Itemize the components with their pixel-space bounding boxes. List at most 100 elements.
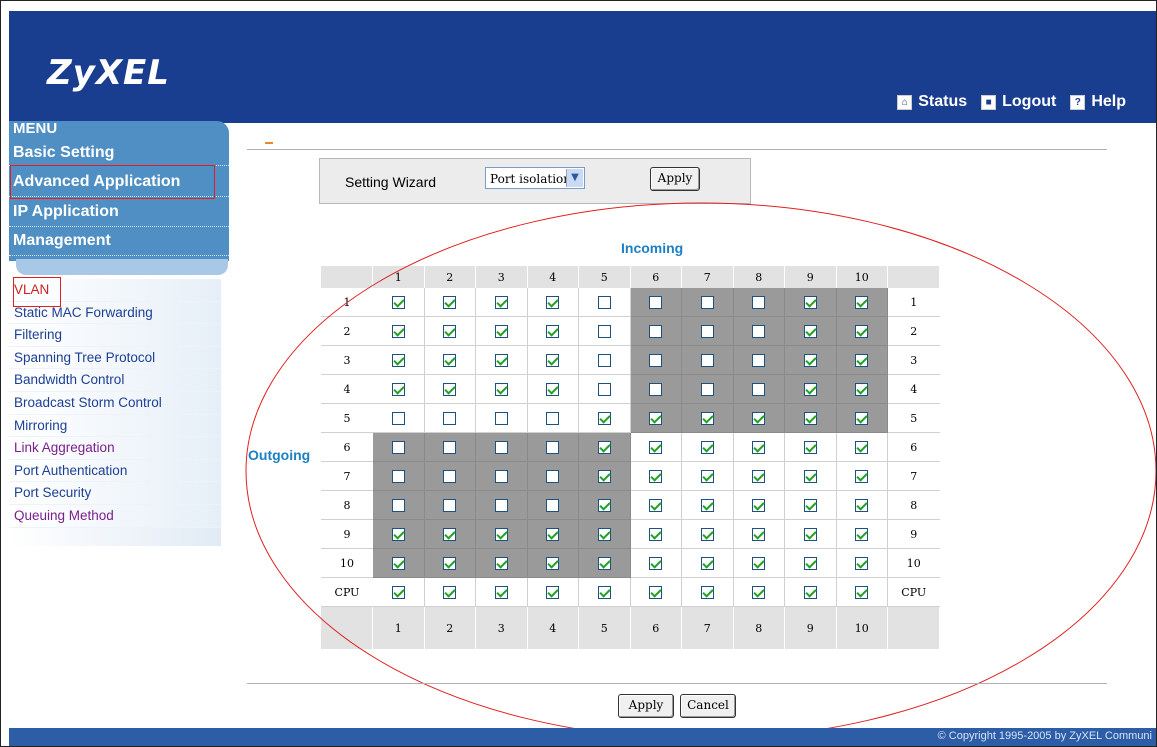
cancel-button[interactable]: Cancel bbox=[680, 694, 736, 718]
port-checkbox[interactable] bbox=[752, 440, 766, 454]
port-checkbox[interactable] bbox=[649, 411, 663, 425]
submenu-item-port-authentication[interactable]: Port Authentication bbox=[9, 459, 221, 483]
port-checkbox[interactable] bbox=[700, 440, 714, 454]
port-checkbox[interactable] bbox=[443, 382, 457, 396]
port-checkbox[interactable] bbox=[443, 353, 457, 367]
port-checkbox[interactable] bbox=[855, 382, 869, 396]
port-checkbox[interactable] bbox=[546, 469, 560, 483]
port-checkbox[interactable] bbox=[546, 585, 560, 599]
port-checkbox[interactable] bbox=[597, 295, 611, 309]
port-checkbox[interactable] bbox=[597, 324, 611, 338]
port-checkbox[interactable] bbox=[597, 411, 611, 425]
port-checkbox[interactable] bbox=[391, 440, 405, 454]
port-checkbox[interactable] bbox=[700, 295, 714, 309]
port-checkbox[interactable] bbox=[649, 440, 663, 454]
port-checkbox[interactable] bbox=[752, 295, 766, 309]
port-checkbox[interactable] bbox=[391, 556, 405, 570]
port-checkbox[interactable] bbox=[803, 411, 817, 425]
port-checkbox[interactable] bbox=[494, 353, 508, 367]
port-checkbox[interactable] bbox=[803, 382, 817, 396]
port-checkbox[interactable] bbox=[803, 324, 817, 338]
port-checkbox[interactable] bbox=[752, 469, 766, 483]
port-checkbox[interactable] bbox=[855, 353, 869, 367]
port-checkbox[interactable] bbox=[443, 498, 457, 512]
port-checkbox[interactable] bbox=[649, 556, 663, 570]
port-checkbox[interactable] bbox=[649, 469, 663, 483]
port-checkbox[interactable] bbox=[546, 411, 560, 425]
port-checkbox[interactable] bbox=[855, 440, 869, 454]
submenu-item-link-aggregation[interactable]: Link Aggregation bbox=[9, 437, 221, 460]
port-checkbox[interactable] bbox=[494, 324, 508, 338]
port-checkbox[interactable] bbox=[546, 527, 560, 541]
wizard-apply-button[interactable]: Apply bbox=[650, 167, 700, 191]
submenu-item-spanning-tree-protocol[interactable]: Spanning Tree Protocol bbox=[9, 346, 221, 370]
submenu-item-filtering[interactable]: Filtering bbox=[9, 324, 221, 347]
port-checkbox[interactable] bbox=[649, 498, 663, 512]
port-checkbox[interactable] bbox=[546, 498, 560, 512]
port-checkbox[interactable] bbox=[700, 411, 714, 425]
port-checkbox[interactable] bbox=[494, 295, 508, 309]
status-link[interactable]: ⌂ Status bbox=[897, 93, 967, 111]
submenu-item-broadcast-storm-control[interactable]: Broadcast Storm Control bbox=[9, 391, 221, 415]
port-checkbox[interactable] bbox=[494, 585, 508, 599]
port-checkbox[interactable] bbox=[391, 382, 405, 396]
port-checkbox[interactable] bbox=[752, 411, 766, 425]
port-checkbox[interactable] bbox=[649, 324, 663, 338]
port-checkbox[interactable] bbox=[700, 498, 714, 512]
port-checkbox[interactable] bbox=[752, 527, 766, 541]
port-checkbox[interactable] bbox=[391, 527, 405, 541]
port-checkbox[interactable] bbox=[855, 324, 869, 338]
port-checkbox[interactable] bbox=[546, 353, 560, 367]
port-checkbox[interactable] bbox=[752, 585, 766, 599]
port-checkbox[interactable] bbox=[597, 382, 611, 396]
port-checkbox[interactable] bbox=[649, 585, 663, 599]
port-checkbox[interactable] bbox=[443, 324, 457, 338]
port-checkbox[interactable] bbox=[391, 353, 405, 367]
port-checkbox[interactable] bbox=[597, 556, 611, 570]
port-checkbox[interactable] bbox=[700, 527, 714, 541]
port-checkbox[interactable] bbox=[391, 585, 405, 599]
port-checkbox[interactable] bbox=[597, 498, 611, 512]
port-checkbox[interactable] bbox=[649, 295, 663, 309]
port-checkbox[interactable] bbox=[597, 469, 611, 483]
port-checkbox[interactable] bbox=[391, 411, 405, 425]
help-link[interactable]: ? Help bbox=[1070, 93, 1126, 111]
port-checkbox[interactable] bbox=[700, 382, 714, 396]
port-checkbox[interactable] bbox=[494, 527, 508, 541]
port-checkbox[interactable] bbox=[597, 353, 611, 367]
port-checkbox[interactable] bbox=[752, 556, 766, 570]
port-checkbox[interactable] bbox=[597, 585, 611, 599]
logout-link[interactable]: ■ Logout bbox=[981, 93, 1056, 111]
port-checkbox[interactable] bbox=[649, 353, 663, 367]
port-checkbox[interactable] bbox=[855, 498, 869, 512]
port-checkbox[interactable] bbox=[803, 527, 817, 541]
port-checkbox[interactable] bbox=[546, 295, 560, 309]
submenu-item-port-security[interactable]: Port Security bbox=[9, 482, 221, 505]
port-checkbox[interactable] bbox=[443, 469, 457, 483]
port-checkbox[interactable] bbox=[752, 498, 766, 512]
menu-item-management[interactable]: Management bbox=[13, 232, 111, 250]
port-checkbox[interactable] bbox=[443, 527, 457, 541]
port-checkbox[interactable] bbox=[443, 295, 457, 309]
port-checkbox[interactable] bbox=[855, 585, 869, 599]
port-checkbox[interactable] bbox=[597, 440, 611, 454]
port-checkbox[interactable] bbox=[494, 440, 508, 454]
port-checkbox[interactable] bbox=[494, 556, 508, 570]
port-checkbox[interactable] bbox=[494, 411, 508, 425]
port-checkbox[interactable] bbox=[803, 440, 817, 454]
menu-item-ip-application[interactable]: IP Application bbox=[13, 203, 119, 221]
port-checkbox[interactable] bbox=[649, 527, 663, 541]
port-checkbox[interactable] bbox=[803, 469, 817, 483]
port-checkbox[interactable] bbox=[494, 382, 508, 396]
port-checkbox[interactable] bbox=[855, 469, 869, 483]
port-checkbox[interactable] bbox=[391, 498, 405, 512]
port-checkbox[interactable] bbox=[855, 556, 869, 570]
port-checkbox[interactable] bbox=[546, 382, 560, 396]
port-checkbox[interactable] bbox=[803, 353, 817, 367]
port-checkbox[interactable] bbox=[597, 527, 611, 541]
port-checkbox[interactable] bbox=[391, 324, 405, 338]
port-checkbox[interactable] bbox=[855, 295, 869, 309]
port-checkbox[interactable] bbox=[803, 585, 817, 599]
port-checkbox[interactable] bbox=[546, 556, 560, 570]
port-checkbox[interactable] bbox=[700, 469, 714, 483]
